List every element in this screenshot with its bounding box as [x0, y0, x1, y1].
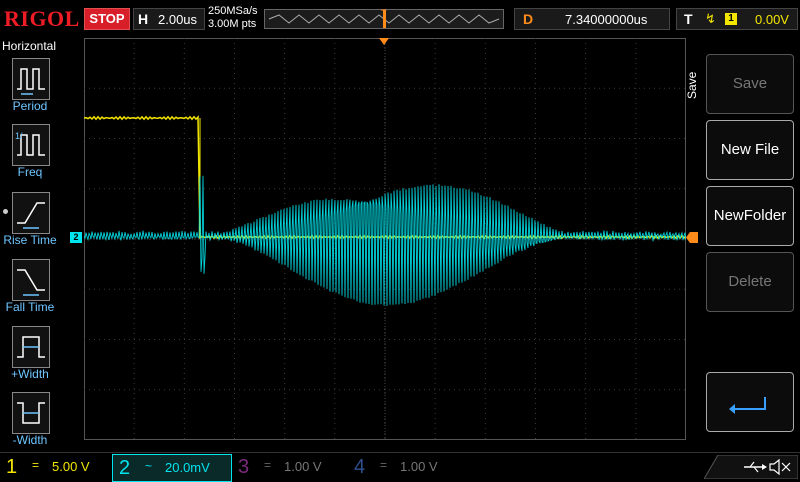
ch2-status[interactable]: 2 ~ 20.0mV: [112, 454, 232, 482]
measure-menu-title: Horizontal: [2, 39, 57, 53]
waveform-grid: [83, 38, 687, 440]
ch4-status[interactable]: 4 = 1.00 V: [348, 454, 460, 480]
ch2-coupling-icon: ~: [145, 459, 153, 473]
rise-time-button[interactable]: [12, 192, 50, 234]
ch4-number: 4: [354, 456, 366, 478]
rise-time-icon: [17, 202, 45, 229]
ch3-status[interactable]: 3 = 1.00 V: [232, 454, 344, 480]
rise-time-label: Rise Time: [3, 233, 57, 247]
ch1-coupling-icon: =: [32, 458, 40, 472]
save-button[interactable]: Save: [706, 54, 794, 114]
measure-menu-panel: Horizontal Period 1/ Freq Rise Time Fall…: [0, 36, 60, 452]
delete-button[interactable]: Delete: [706, 252, 794, 312]
return-arrow-icon: [729, 397, 766, 414]
timebase-value: 2.00us: [158, 12, 198, 27]
period-button[interactable]: [12, 58, 50, 100]
ch1-status[interactable]: 1 = 5.00 V: [0, 454, 112, 480]
positive-width-icon: [17, 336, 45, 358]
trigger-box[interactable]: T ↯ 1 0.00V: [676, 8, 798, 30]
trigger-position-marker[interactable]: [379, 38, 389, 46]
frequency-label: Freq: [17, 165, 43, 179]
delay-key-label: D: [523, 11, 534, 27]
ch3-coupling-icon: =: [264, 458, 272, 472]
acquisition-info: 250MSa/s 3.00M pts: [208, 5, 258, 31]
trigger-level-value: 0.00V: [755, 12, 789, 27]
svg-text:1/: 1/: [15, 131, 23, 141]
negative-width-label: -Width: [12, 433, 48, 447]
new-file-button[interactable]: New File: [706, 120, 794, 180]
memory-bar-trigger-label: T: [381, 8, 387, 18]
sample-rate: 250MSa/s: [208, 5, 258, 17]
trigger-edge-icon: ↯: [705, 11, 716, 26]
ch2-trace: [83, 175, 687, 306]
ch2-offset-marker[interactable]: 2: [70, 232, 82, 243]
save-menu-tab: Save: [684, 50, 700, 110]
fall-time-button[interactable]: [12, 259, 50, 301]
fall-time-label: Fall Time: [5, 300, 55, 314]
timebase-box[interactable]: H 2.00us: [133, 8, 205, 30]
run-stop-indicator[interactable]: STOP: [84, 8, 130, 30]
ch1-number: 1: [6, 456, 18, 478]
negative-width-icon: [17, 402, 45, 424]
period-label: Period: [12, 99, 48, 113]
ch2-number: 2: [119, 457, 131, 479]
channel-status-bar: 1 = 5.00 V 2 ~ 20.0mV 3 = 1.00 V 4 = 1.0…: [0, 452, 800, 482]
frequency-icon: 1/: [15, 131, 45, 156]
horizontal-key-label: H: [138, 11, 149, 27]
ch4-coupling-icon: =: [380, 458, 388, 472]
negative-width-button[interactable]: [12, 392, 50, 434]
top-status-bar: RIGOL STOP H 2.00us 250MSa/s 3.00M pts T…: [0, 0, 800, 36]
ch4-scale: 1.00 V: [400, 459, 438, 474]
status-icons-area: [704, 455, 798, 479]
positive-width-label: +Width: [11, 367, 49, 381]
trigger-source-badge: 1: [725, 13, 737, 25]
ch2-scale: 20.0mV: [165, 460, 210, 475]
trigger-level-marker[interactable]: [686, 232, 698, 243]
delay-box[interactable]: D 7.34000000us: [514, 8, 670, 30]
return-button[interactable]: [706, 372, 794, 432]
waveform-display[interactable]: [83, 38, 687, 440]
ch1-scale: 5.00 V: [52, 459, 90, 474]
frequency-button[interactable]: 1/: [12, 124, 50, 166]
new-folder-button[interactable]: NewFolder: [706, 186, 794, 246]
trigger-key-label: T: [684, 11, 693, 27]
period-icon: [17, 68, 45, 95]
memory-position-bar[interactable]: T: [264, 8, 504, 29]
delay-value: 7.34000000us: [565, 12, 648, 27]
save-menu-title: Save: [685, 71, 699, 99]
ch3-number: 3: [238, 456, 250, 478]
fall-time-icon: [17, 269, 45, 296]
brand-logo: RIGOL: [4, 6, 80, 31]
ch3-scale: 1.00 V: [284, 459, 322, 474]
page-indicator-dot: [3, 209, 8, 214]
positive-width-button[interactable]: [12, 326, 50, 368]
memory-depth: 3.00M pts: [208, 18, 257, 30]
